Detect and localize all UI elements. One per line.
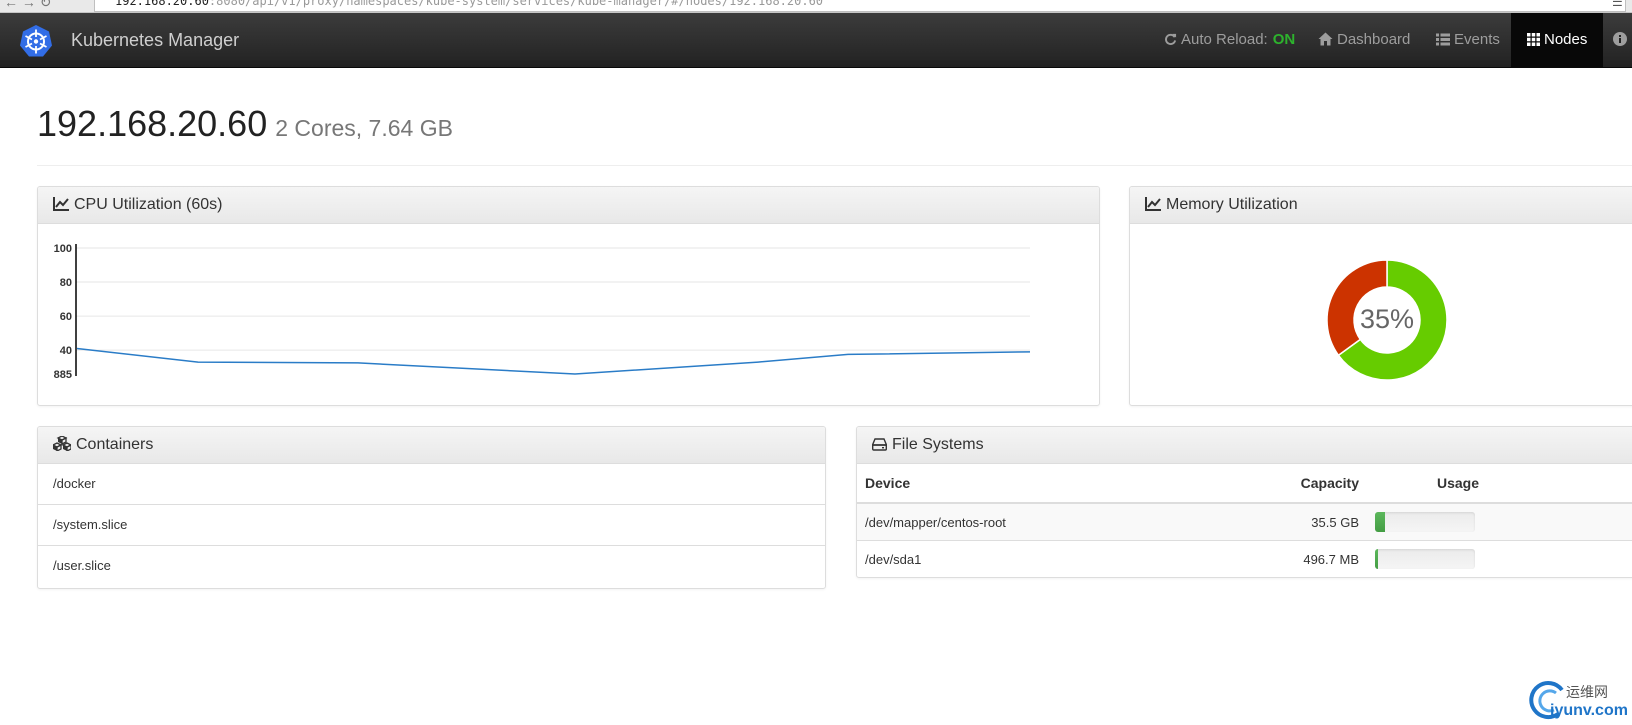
cpu-ytick-label: 885 bbox=[54, 369, 72, 381]
filesystems-panel: File Systems Device Capacity Usage /dev/… bbox=[856, 426, 1632, 578]
auto-reload-label: Auto Reload: bbox=[1181, 31, 1268, 48]
containers-panel: Containers /docker /system.slice /user.s… bbox=[37, 426, 826, 589]
node-ip: 192.168.20.60 bbox=[37, 103, 268, 144]
address-bar[interactable]: 192.168.20.60:8080/api/v1/proxy/namespac… bbox=[94, 0, 1626, 12]
cpu-panel: CPU Utilization (60s) 100 80 60 40 885 bbox=[37, 186, 1100, 406]
containers-panel-title: Containers bbox=[76, 436, 154, 453]
fs-usage-bar bbox=[1375, 512, 1475, 532]
cpu-panel-title: CPU Utilization (60s) bbox=[74, 196, 223, 213]
url-host: 192.168.20.60 bbox=[115, 0, 209, 8]
browser-nav-icons[interactable]: ← → ↻ bbox=[4, 0, 52, 11]
node-summary: 2 Cores, 7.64 GB bbox=[275, 115, 453, 141]
nav-dashboard[interactable]: Dashboard bbox=[1318, 13, 1410, 67]
browser-chrome: ← → ↻ 192.168.20.60:8080/api/v1/proxy/na… bbox=[0, 0, 1632, 13]
nav-info[interactable] bbox=[1613, 13, 1631, 67]
column-header-device: Device bbox=[857, 464, 1267, 504]
table-header-row: Device Capacity Usage bbox=[857, 464, 1632, 504]
filesystems-table: Device Capacity Usage /dev/mapper/centos… bbox=[857, 464, 1632, 577]
url-path: :8080/api/v1/proxy/namespaces/kube-syste… bbox=[208, 0, 824, 8]
cpu-series-line bbox=[76, 347, 1031, 375]
hdd-icon bbox=[871, 438, 888, 451]
cpu-ytick-label: 40 bbox=[60, 345, 72, 357]
watermark-cn: 运维网 bbox=[1566, 684, 1608, 700]
table-row: /dev/sda1 496.7 MB bbox=[857, 540, 1632, 577]
fs-usage-fill bbox=[1375, 549, 1378, 569]
fs-device: /dev/mapper/centos-root bbox=[857, 503, 1267, 541]
nav-nodes[interactable]: Nodes bbox=[1511, 13, 1604, 67]
line-chart-icon bbox=[53, 197, 69, 211]
top-navbar: Kubernetes Manager Auto Reload: ON Dashbo… bbox=[0, 13, 1632, 68]
memory-donut-chart: 35% bbox=[1326, 259, 1448, 381]
fs-device: /dev/sda1 bbox=[857, 540, 1267, 577]
container-item-docker[interactable]: /docker bbox=[38, 464, 825, 505]
cpu-panel-heading: CPU Utilization (60s) bbox=[38, 187, 1099, 224]
line-chart-icon bbox=[1145, 197, 1161, 211]
memory-percent-label: 35% bbox=[1360, 304, 1414, 334]
cpu-ytick-label: 60 bbox=[60, 311, 72, 323]
filesystems-panel-heading: File Systems bbox=[857, 427, 1632, 464]
list-icon bbox=[1436, 33, 1450, 46]
cubes-icon bbox=[51, 435, 73, 453]
cpu-line-chart: 100 80 60 40 885 bbox=[54, 243, 1031, 381]
nav-nodes-label: Nodes bbox=[1544, 31, 1588, 48]
fs-capacity: 496.7 MB bbox=[1267, 540, 1367, 577]
table-row: /dev/mapper/centos-root 35.5 GB bbox=[857, 503, 1632, 541]
fs-usage-bar bbox=[1375, 549, 1475, 569]
info-icon bbox=[1613, 32, 1627, 46]
nav-dashboard-label: Dashboard bbox=[1337, 31, 1411, 48]
header-divider bbox=[37, 165, 1632, 166]
grid-icon bbox=[1527, 33, 1540, 46]
watermark-domain: iyunv.com bbox=[1550, 702, 1628, 719]
container-item-user-slice[interactable]: /user.slice bbox=[38, 546, 825, 586]
page-title: 192.168.20.60 2 Cores, 7.64 GB bbox=[37, 103, 453, 145]
fs-usage-fill bbox=[1375, 512, 1385, 532]
cpu-ytick-label: 100 bbox=[54, 243, 72, 255]
auto-reload-state: ON bbox=[1272, 31, 1296, 48]
memory-panel-title: Memory Utilization bbox=[1166, 196, 1298, 213]
refresh-icon bbox=[1165, 33, 1177, 45]
browser-menu-icon[interactable]: ☰ bbox=[1612, 0, 1623, 9]
memory-panel: Memory Utilization 35% bbox=[1129, 186, 1632, 406]
fs-capacity: 35.5 GB bbox=[1267, 503, 1367, 541]
filesystems-panel-title: File Systems bbox=[892, 436, 984, 453]
containers-panel-heading: Containers bbox=[38, 427, 825, 464]
cpu-ytick-label: 80 bbox=[60, 277, 72, 289]
home-icon bbox=[1318, 32, 1333, 46]
auto-reload-toggle[interactable]: Auto Reload: ON bbox=[1164, 13, 1295, 67]
container-item-system-slice[interactable]: /system.slice bbox=[38, 505, 825, 546]
nav-events-label: Events bbox=[1454, 31, 1500, 48]
column-header-usage: Usage bbox=[1367, 464, 1487, 504]
memory-panel-heading: Memory Utilization bbox=[1130, 187, 1632, 224]
column-header-capacity: Capacity bbox=[1267, 464, 1367, 504]
nav-events[interactable]: Events bbox=[1436, 13, 1500, 67]
